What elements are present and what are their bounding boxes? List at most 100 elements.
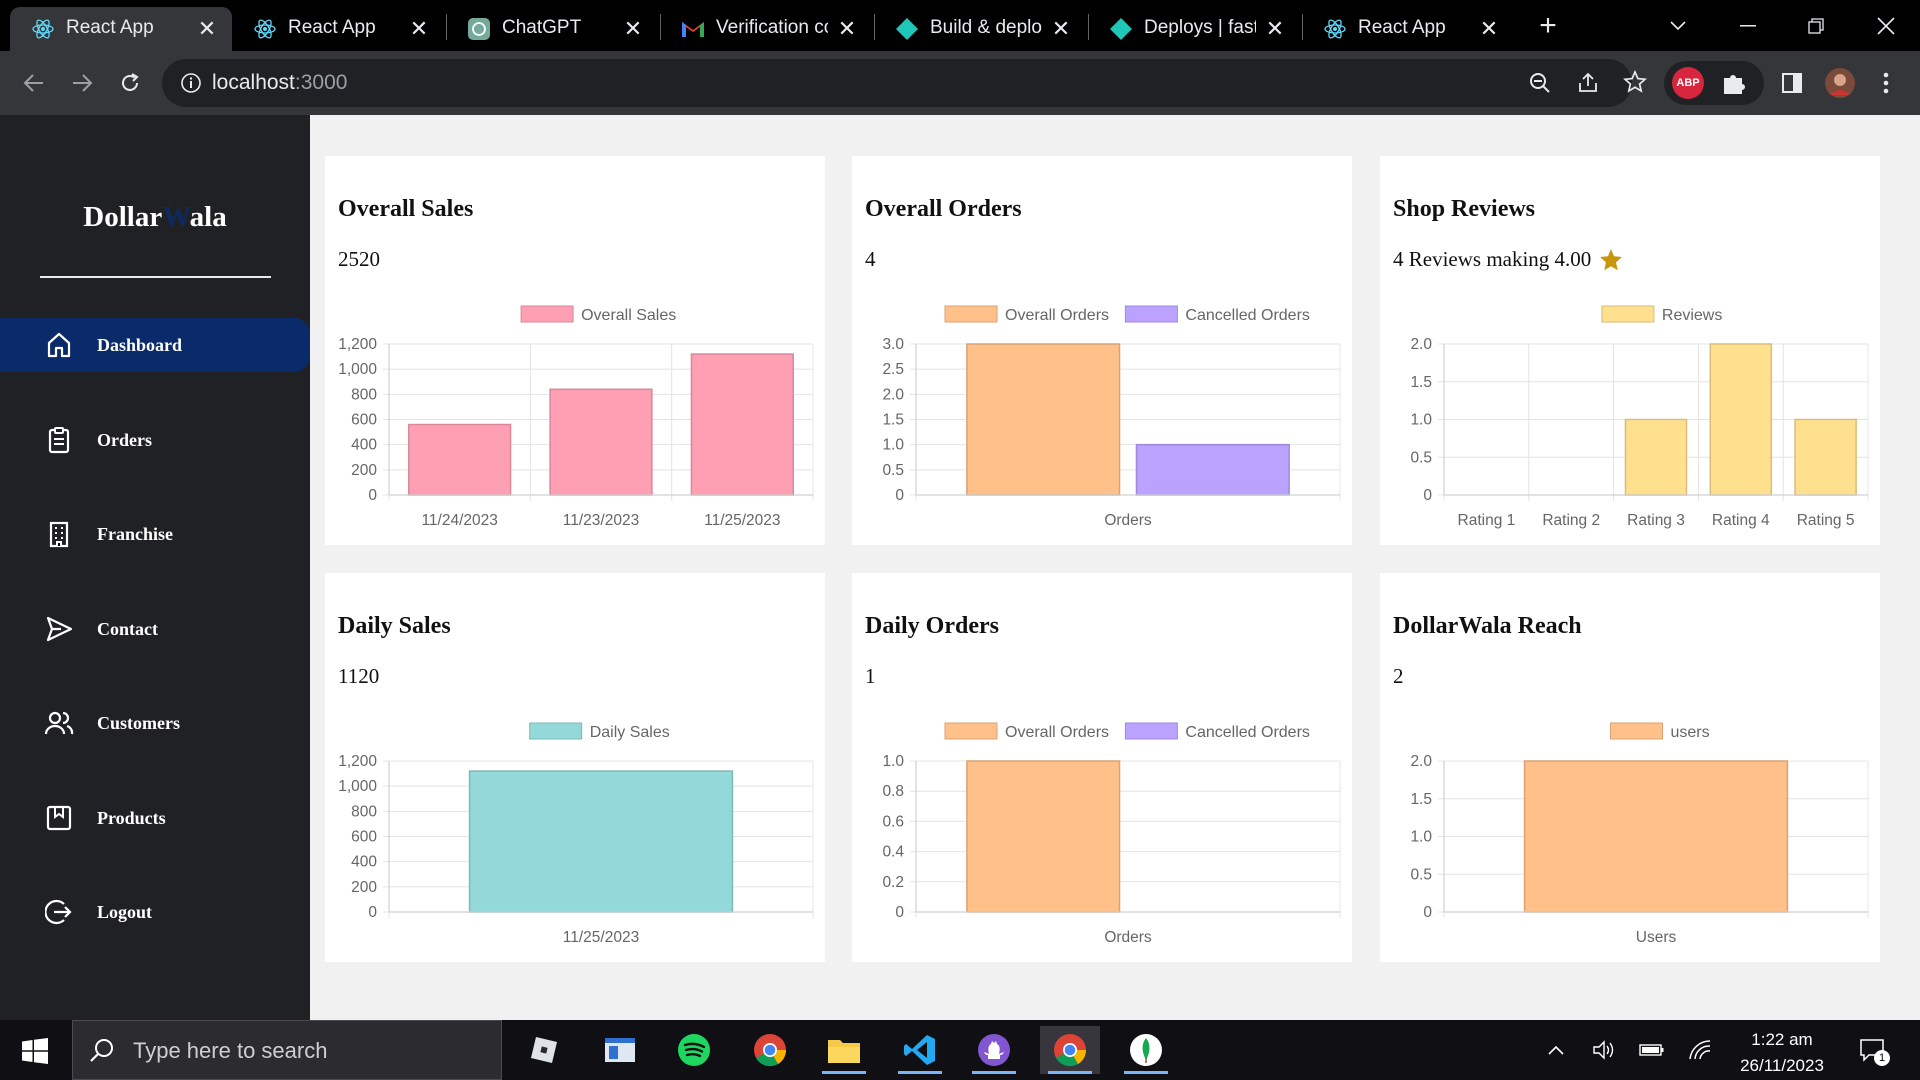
- close-icon[interactable]: ✕: [1476, 16, 1502, 42]
- x-tick-label: 11/25/2023: [563, 929, 639, 946]
- chrome-icon[interactable]: [740, 1026, 800, 1074]
- bar: [1135, 443, 1290, 496]
- browser-tab[interactable]: Build & deplo ✕: [874, 7, 1088, 51]
- sidebar-item-label: Customers: [97, 712, 180, 733]
- y-tick-label: 0.5: [1410, 449, 1432, 466]
- x-tick-label: 11/23/2023: [563, 512, 639, 529]
- bar: [1624, 418, 1688, 496]
- github-icon[interactable]: [964, 1026, 1024, 1074]
- address-bar[interactable]: localhost:3000: [162, 59, 1648, 107]
- zoom-icon[interactable]: [1528, 71, 1552, 100]
- y-tick-label: 0: [895, 487, 904, 504]
- y-tick-label: 1,200: [338, 336, 377, 353]
- y-tick-label: 0.2: [882, 874, 904, 891]
- info-icon[interactable]: [180, 72, 202, 99]
- bar: [408, 423, 512, 496]
- file-explorer-icon[interactable]: [590, 1026, 650, 1074]
- back-icon[interactable]: [14, 63, 54, 103]
- sidebar-item-contact[interactable]: Contact: [0, 602, 310, 656]
- close-window-button[interactable]: [1866, 6, 1906, 46]
- close-icon[interactable]: ✕: [1262, 16, 1288, 42]
- y-tick-label: 2.5: [882, 361, 904, 378]
- browser-tab[interactable]: ChatGPT ✕: [446, 7, 660, 51]
- notification-icon[interactable]: 1: [1856, 1034, 1890, 1066]
- reload-icon[interactable]: [110, 63, 150, 103]
- sidebar-item-label: Orders: [97, 429, 152, 450]
- gmail-icon: [680, 16, 706, 42]
- tab-search-button[interactable]: [1658, 6, 1698, 46]
- y-tick-label: 400: [351, 437, 377, 454]
- close-icon[interactable]: ✕: [620, 16, 646, 42]
- legend-label: Overall Orders: [1005, 307, 1109, 324]
- volume-icon[interactable]: [1588, 1034, 1620, 1066]
- new-tab-button[interactable]: +: [1528, 6, 1568, 46]
- sidebar-item-label: Dashboard: [97, 334, 183, 355]
- legend-label: Daily Sales: [590, 724, 670, 741]
- browser-tab[interactable]: React App ✕: [10, 7, 232, 51]
- folder-icon[interactable]: [814, 1026, 874, 1074]
- side-panel-icon[interactable]: [1772, 63, 1812, 103]
- close-icon[interactable]: ✕: [406, 16, 432, 42]
- puzzle-icon[interactable]: [1720, 69, 1748, 102]
- x-tick-label: Rating 2: [1542, 512, 1600, 529]
- close-icon[interactable]: ✕: [194, 16, 220, 42]
- browser-tab[interactable]: React App ✕: [232, 7, 446, 51]
- browser-tab[interactable]: Deploys | fasti ✕: [1088, 7, 1302, 51]
- share-icon[interactable]: [1576, 71, 1600, 100]
- bar: [966, 760, 1121, 913]
- chrome-icon[interactable]: [1040, 1026, 1100, 1074]
- star-icon[interactable]: [1622, 69, 1648, 99]
- react-icon: [1322, 16, 1348, 42]
- y-tick-label: 200: [351, 879, 377, 896]
- sidebar-item-products[interactable]: Products: [0, 791, 310, 845]
- daily-orders-card: Daily Orders 1 Overall Orders Cancelled O…: [852, 573, 1352, 962]
- browser-tab[interactable]: React App ✕: [1302, 7, 1516, 51]
- y-tick-label: 1.0: [1410, 829, 1432, 846]
- vscode-icon[interactable]: [890, 1026, 950, 1074]
- adblock-icon[interactable]: ABP: [1672, 67, 1704, 99]
- shop-reviews-chart: Reviews 0 0.5 1.0 1.5 2.0 Rating 1 Rating 2 Rati…: [1410, 305, 1869, 529]
- netlify-icon: [894, 16, 920, 42]
- avatar[interactable]: [1820, 63, 1860, 103]
- close-icon[interactable]: ✕: [834, 16, 860, 42]
- search-icon: [89, 1037, 115, 1068]
- battery-icon[interactable]: [1636, 1034, 1668, 1066]
- mongodb-icon[interactable]: [1116, 1026, 1176, 1074]
- bar: [468, 770, 734, 913]
- system-clock[interactable]: 1:22 am 26/11/2023: [1722, 1027, 1842, 1079]
- y-tick-label: 1.0: [882, 753, 904, 770]
- sidebar-item-label: Contact: [97, 618, 158, 639]
- y-tick-label: 0.5: [1410, 866, 1432, 883]
- sidebar-item-dashboard[interactable]: Dashboard: [0, 318, 310, 372]
- browser-tab[interactable]: Verification co ✕: [660, 7, 874, 51]
- minimize-button[interactable]: [1728, 6, 1768, 46]
- spotify-icon[interactable]: [664, 1026, 724, 1074]
- taskbar-search-input[interactable]: Type here to search: [72, 1020, 502, 1080]
- daily-sales-card: Daily Sales 1120 Daily Sales 0 200 400 600 80…: [325, 573, 825, 962]
- sidebar-item-logout[interactable]: Logout: [0, 885, 310, 939]
- chevron-up-icon[interactable]: [1540, 1034, 1572, 1066]
- y-tick-label: 1.0: [1410, 412, 1432, 429]
- restore-button[interactable]: [1796, 6, 1836, 46]
- legend-label: Cancelled Orders: [1185, 724, 1310, 741]
- sidebar-item-customers[interactable]: Customers: [0, 696, 310, 750]
- menu-icon[interactable]: [1866, 63, 1906, 103]
- chatgpt-icon: [466, 16, 492, 42]
- tab-title: ChatGPT: [502, 17, 582, 38]
- roblox-icon[interactable]: [514, 1026, 574, 1074]
- legend-swatch: [1610, 722, 1663, 740]
- forward-icon[interactable]: [62, 63, 102, 103]
- windows-start-icon[interactable]: [22, 1038, 48, 1069]
- y-tick-label: 2.0: [1410, 336, 1432, 353]
- sidebar-item-orders[interactable]: Orders: [0, 413, 310, 467]
- bar: [966, 343, 1121, 496]
- shop-reviews-card: Shop Reviews 4 Reviews making 4.00 Revie…: [1380, 156, 1880, 545]
- y-tick-label: 1.5: [1410, 374, 1432, 391]
- wifi-icon[interactable]: [1684, 1034, 1716, 1066]
- close-icon[interactable]: ✕: [1048, 16, 1074, 42]
- y-tick-label: 800: [351, 386, 377, 403]
- y-tick-label: 600: [351, 412, 377, 429]
- sidebar-item-franchise[interactable]: Franchise: [0, 507, 310, 561]
- legend-label: Overall Orders: [1005, 724, 1109, 741]
- y-tick-label: 0: [1423, 904, 1432, 921]
